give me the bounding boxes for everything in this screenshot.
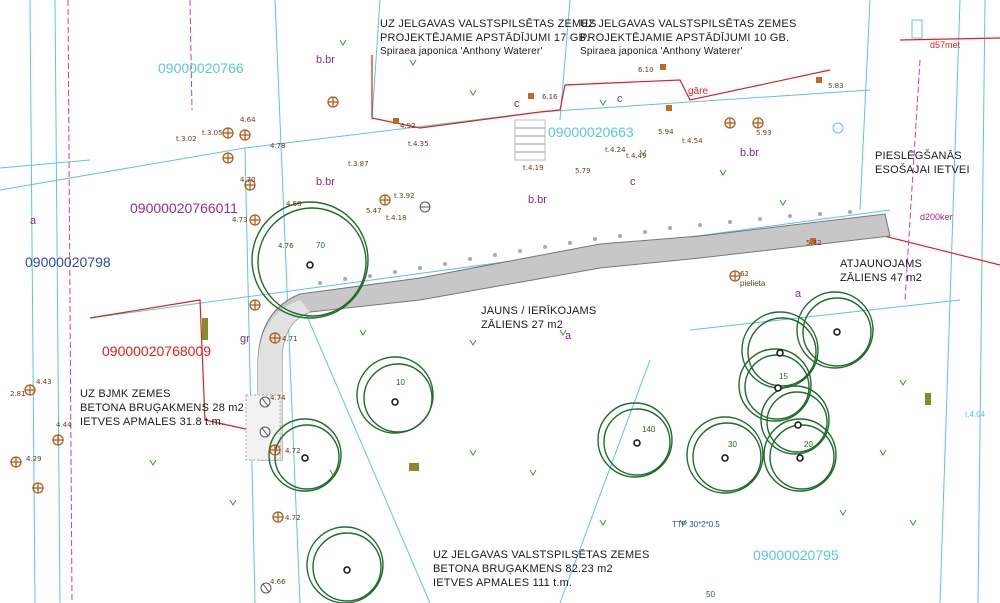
tree-label: 15	[779, 372, 788, 381]
survey-label: 5.93	[756, 129, 772, 137]
survey-label: t.3.02	[176, 135, 197, 143]
survey-label: 2.81	[10, 390, 26, 398]
survey-label: 4.72	[285, 514, 301, 522]
survey-label: t.3.92	[394, 192, 415, 200]
zone-tag: a	[795, 288, 802, 300]
survey-label: 5.79	[575, 167, 591, 175]
cadastral-label: 09000020766	[158, 60, 244, 76]
survey-label: 5.47	[366, 207, 382, 215]
zone-tag: c	[630, 176, 636, 188]
note-line: ESOŠAJAI IETVEI	[875, 163, 970, 176]
survey-label: 4.78	[270, 142, 286, 150]
note-line: ZĀLIENS 27 m2	[481, 318, 564, 331]
note-line: IETVES APMALES 31.8 t.m.	[80, 415, 225, 428]
survey-label: t.4.24	[605, 146, 626, 154]
note-line: IETVES APMALES 111 t.m.	[433, 576, 573, 589]
tree-label: 20	[804, 440, 813, 449]
note-line: Spiraea japonica 'Anthony Waterer'	[580, 45, 743, 57]
right-structures	[832, 19, 923, 134]
survey-label: 4.92	[400, 122, 416, 130]
survey-label: t.4.19	[523, 164, 544, 172]
stairs	[514, 119, 546, 161]
survey-symbols	[10, 96, 764, 523]
cadastral-label: 09000020768009	[102, 343, 212, 359]
zone-tag: a	[565, 330, 572, 342]
survey-label: 4.76	[278, 242, 294, 250]
tree-label: 50	[706, 590, 715, 599]
survey-label: 4.29	[26, 455, 42, 463]
d57met-tag: d57met	[930, 40, 961, 50]
survey-label: 5.32	[806, 239, 822, 247]
note-lawn-new: JAUNS / IERĪKOJAMS ZĀLIENS 27 m2	[481, 305, 596, 333]
gare-tag: gāre	[688, 86, 709, 97]
tree-label: 30	[728, 440, 737, 449]
zone-tag: c	[514, 98, 520, 110]
survey-label: 4.66	[270, 578, 286, 586]
zone-tag: b.br	[316, 176, 335, 188]
pielieta-tag: pielieta	[740, 279, 766, 288]
survey-label: 4.68	[286, 200, 302, 208]
note-plantings-10: UZ JELGAVAS VALSTSPILSĒTAS ZEMES PROJEKT…	[580, 18, 796, 58]
cadastral-label: 09000020795	[753, 547, 839, 563]
cadastral-label: 09000020766011	[130, 200, 238, 216]
survey-label: 4.64	[240, 116, 256, 124]
note-line: PIESLĒGŠANĀS	[875, 150, 962, 162]
note-plantings-17: UZ JELGAVAS VALSTSPILSĒTAS ZEMES PROJEKT…	[380, 18, 596, 58]
zone-tag: b.br	[740, 147, 759, 159]
cadastral-label: 09000020798	[25, 254, 111, 270]
zone-tag: b.br	[528, 194, 547, 206]
ttp-tag: TTP 30*2*0.5	[672, 520, 720, 529]
survey-label: 4.72	[285, 447, 301, 455]
note-line: ATJAUNOJAMS	[840, 258, 923, 270]
survey-label: t.4.49	[626, 152, 647, 160]
cadastral-label: 09000020663	[548, 124, 634, 140]
survey-label: 5.83	[828, 82, 844, 90]
note-line: BETONA BRUĢAKMENS 82.23 m2	[433, 562, 613, 575]
note-line: UZ BJMK ZEMES	[80, 388, 171, 400]
note-line: PROJEKTĒJAMIE APSTĀDĪJUMI 17 GB.	[380, 31, 590, 44]
survey-label: t.4.35	[408, 140, 429, 148]
note-line: UZ JELGAVAS VALSTSPILSĒTAS ZEMES	[580, 18, 797, 30]
survey-label: 6.16	[542, 93, 558, 101]
note-line: UZ JELGAVAS VALSTSPILSĒTAS ZEMES	[380, 18, 597, 30]
tree-label: 140	[642, 425, 656, 434]
survey-label: 4.70	[240, 176, 256, 184]
zone-tag: a	[30, 215, 37, 227]
survey-label: 4.74	[270, 394, 286, 402]
survey-label: 4.44	[56, 421, 72, 429]
zone-tag: gr	[240, 333, 250, 345]
zone-tag: b.br	[316, 54, 335, 66]
note-line: BETONA BRUĢAKMENS 28 m2	[80, 401, 244, 414]
note-line: UZ JELGAVAS VALSTSPILSĒTAS ZEMES	[433, 549, 650, 561]
note-line: ZĀLIENS 47 m2	[840, 271, 923, 284]
dashed-lines	[67, 0, 921, 603]
survey-label: 4.71	[282, 335, 298, 343]
note-line: JAUNS / IERĪKOJAMS	[481, 305, 597, 317]
tree-label: 10	[396, 378, 405, 387]
survey-label: t.4.18	[386, 214, 407, 222]
note-lawn-restore: ATJAUNOJAMS ZĀLIENS 47 m2	[840, 258, 922, 286]
note-line: Spiraea japonica 'Anthony Waterer'	[380, 45, 543, 57]
note-paving-city: UZ JELGAVAS VALSTSPILSĒTAS ZEMES BETONA …	[433, 549, 649, 590]
survey-label: 4.73	[232, 216, 248, 224]
tree-label: 70	[316, 241, 325, 250]
zone-tag: c	[617, 93, 623, 105]
note-bjmk: UZ BJMK ZEMES BETONA BRUĢAKMENS 28 m2 IE…	[80, 388, 244, 429]
survey-label: 62	[740, 270, 749, 278]
site-plan-map	[0, 0, 1000, 603]
t404-tag: t.4.04	[965, 410, 986, 419]
survey-label: t.4.54	[682, 137, 703, 145]
note-connection: PIESLĒGŠANĀS ESOŠAJAI IETVEI	[875, 150, 970, 178]
note-line: PROJEKTĒJAMIE APSTĀDĪJUMI 10 GB.	[580, 31, 790, 44]
survey-label: 5.94	[658, 128, 674, 136]
survey-label: 4.43	[36, 378, 52, 386]
survey-label: t.3.87	[348, 160, 369, 168]
survey-label: 6.10	[638, 66, 654, 74]
d200ker-tag: d200ker	[920, 212, 953, 222]
survey-label: t.3.05	[202, 129, 223, 137]
